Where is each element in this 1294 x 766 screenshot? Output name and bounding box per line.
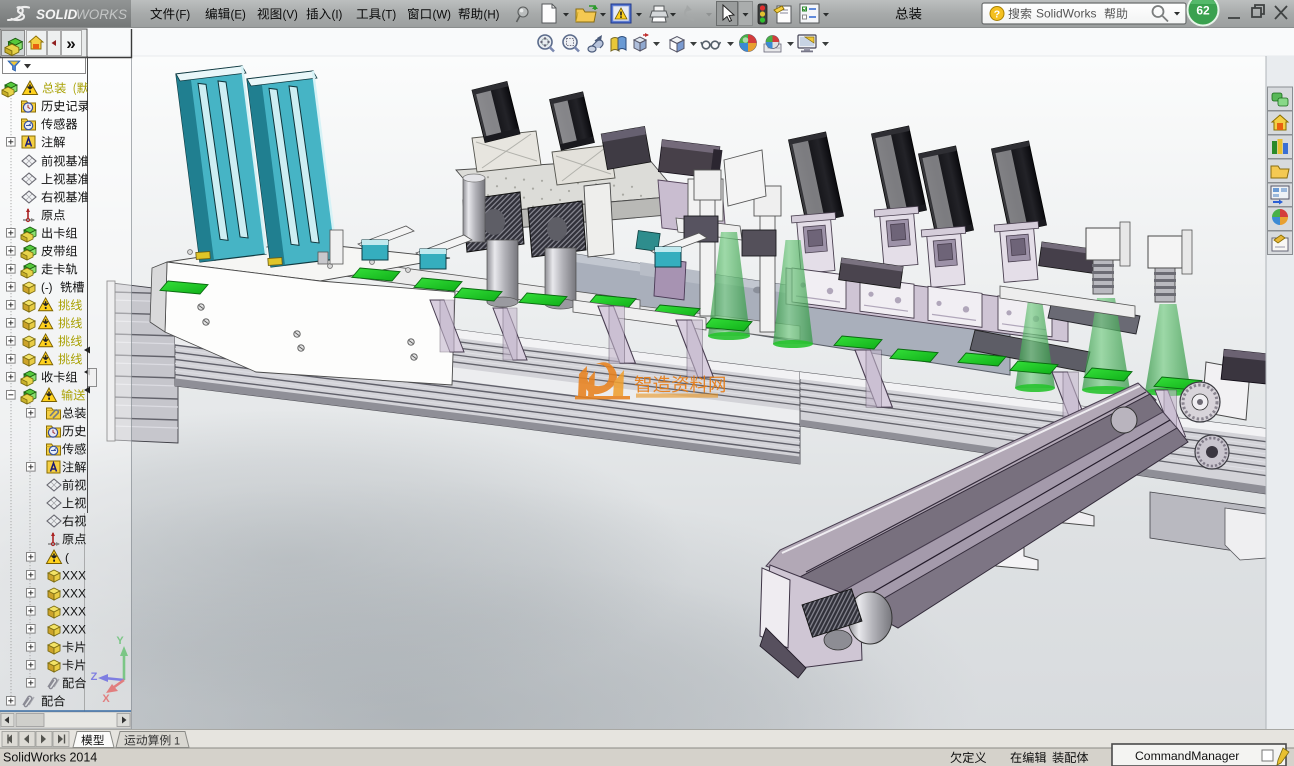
svg-text:CommandManager: CommandManager	[1135, 749, 1239, 763]
svg-text:(-): (-)	[41, 283, 53, 295]
svg-text:XXX: XXX	[62, 605, 86, 619]
svg-text:XXX: XXX	[62, 569, 86, 583]
svg-text:(T): (T)	[382, 10, 397, 22]
svg-text:(E): (E)	[231, 10, 247, 22]
svg-text:62: 62	[1196, 4, 1210, 18]
svg-text:(: (	[65, 551, 69, 565]
svg-text:SOLID: SOLID	[36, 7, 78, 22]
svg-text:(I): (I)	[332, 10, 343, 22]
svg-text:1: 1	[174, 736, 180, 748]
svg-text:XXX: XXX	[62, 587, 86, 601]
svg-text:(V): (V)	[283, 10, 299, 22]
svg-text:(H): (H)	[484, 10, 500, 22]
svg-text:SolidWorks 2014: SolidWorks 2014	[3, 751, 97, 765]
svg-text:SolidWorks: SolidWorks	[1036, 7, 1096, 21]
svg-text:»: »	[66, 34, 75, 53]
svg-text:WORKS: WORKS	[76, 7, 127, 22]
svg-text:?: ?	[994, 9, 1000, 21]
svg-text:(F): (F)	[176, 10, 191, 22]
svg-text:(W): (W)	[433, 10, 452, 22]
svg-text:XXX: XXX	[62, 623, 86, 637]
